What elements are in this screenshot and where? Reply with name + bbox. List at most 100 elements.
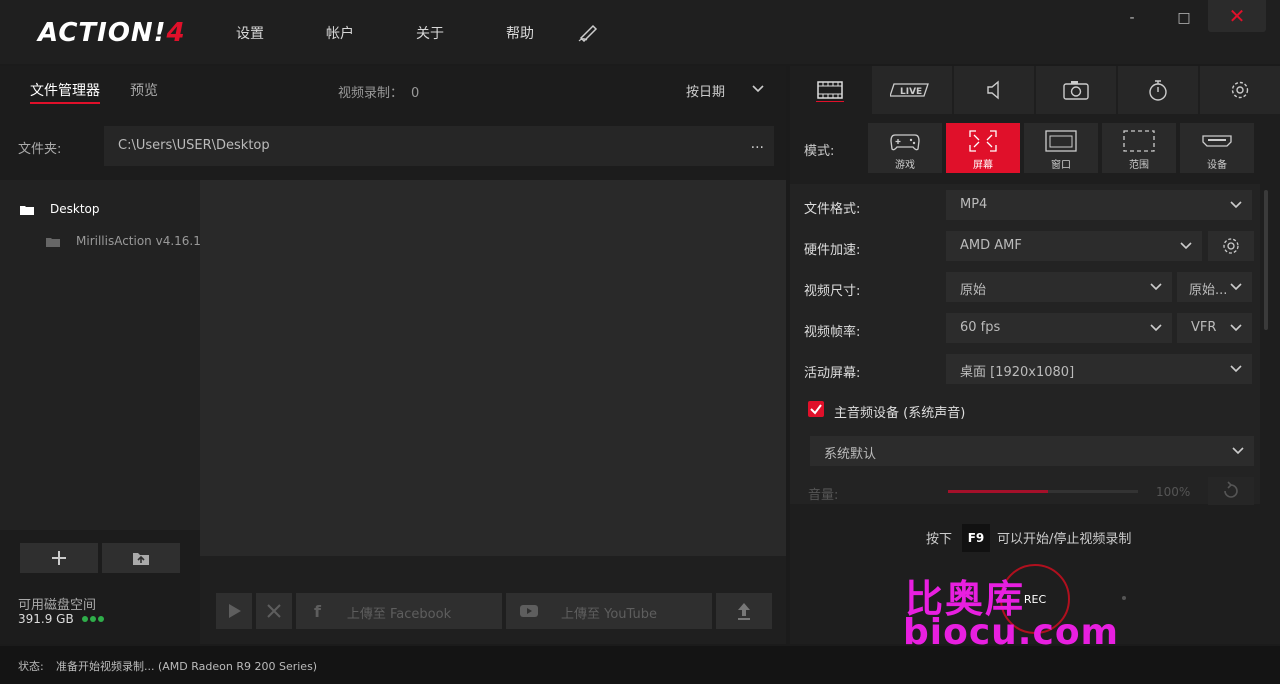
mode-window[interactable]: 窗口 xyxy=(1024,123,1098,173)
folder-path-field[interactable]: C:\Users\USER\Desktop ... xyxy=(104,126,774,166)
status-bar: 状态: 准备开始视频录制... (AMD Radeon R9 200 Serie… xyxy=(0,646,1280,684)
folder-open-icon xyxy=(133,553,149,565)
hw-accel-value: AMD AMF xyxy=(960,238,1022,253)
tab-file-manager[interactable]: 文件管理器 xyxy=(30,80,100,104)
tab-video-recording[interactable] xyxy=(790,66,870,114)
open-folder-button[interactable] xyxy=(102,543,180,573)
chevron-down-icon xyxy=(1150,324,1162,332)
menu-help[interactable]: 帮助 xyxy=(506,23,534,43)
gamepad-icon xyxy=(890,134,920,151)
upload-youtube-label: 上傳至 YouTube xyxy=(561,607,657,622)
upload-icon xyxy=(738,603,750,620)
chevron-down-icon xyxy=(1180,242,1192,250)
video-size-secondary-select[interactable]: 原始... xyxy=(1177,272,1252,302)
gear-icon xyxy=(1223,238,1239,254)
mode-screen[interactable]: 屏幕 xyxy=(946,123,1020,173)
status-text: 准备开始视频录制... (AMD Radeon R9 200 Series) xyxy=(56,660,318,673)
mode-device[interactable]: 设备 xyxy=(1180,123,1254,173)
active-screen-select[interactable]: 桌面 [1920x1080] xyxy=(946,354,1252,384)
recording-count-value: 0 xyxy=(411,86,420,101)
left-tab-row: 文件管理器 预览 视频录制： 0 按日期 xyxy=(0,66,786,112)
close-icon xyxy=(267,604,281,618)
settings-panel: LIVE 模式: 游戏 屏幕 窗口 范围 设备 文件格式: MP4 硬件加速: … xyxy=(790,66,1280,644)
play-icon xyxy=(229,604,241,618)
frame-rate-mode-select[interactable]: VFR xyxy=(1177,313,1252,343)
volume-reset-button[interactable] xyxy=(1208,477,1254,505)
hotkey-hint-prefix: 按下 xyxy=(926,532,953,547)
upload-facebook-button[interactable]: f 上傳至 Facebook xyxy=(296,593,502,629)
tree-item-desktop[interactable]: Desktop xyxy=(20,202,100,216)
tab-preview[interactable]: 预览 xyxy=(130,80,158,100)
indicator-dot xyxy=(1122,596,1126,600)
video-size-select[interactable]: 原始 xyxy=(946,272,1172,302)
status-dot xyxy=(90,616,96,622)
maximize-button[interactable]: □ xyxy=(1164,10,1204,32)
mode-label-text: 窗口 xyxy=(1051,160,1071,171)
svg-text:LIVE: LIVE xyxy=(900,87,922,97)
folder-path-text: C:\Users\USER\Desktop xyxy=(118,138,270,153)
browse-folder-button[interactable]: ... xyxy=(751,136,764,152)
mode-region[interactable]: 范围 xyxy=(1102,123,1176,173)
audio-device-label: 主音频设备 (系统声音) xyxy=(834,406,966,421)
status-dot xyxy=(82,616,88,622)
file-format-select[interactable]: MP4 xyxy=(946,190,1252,220)
camera-icon xyxy=(1063,81,1089,100)
minimize-button[interactable]: - xyxy=(1112,10,1152,32)
check-icon xyxy=(810,404,822,415)
audio-device-checkbox[interactable] xyxy=(808,401,824,417)
mode-label-text: 游戏 xyxy=(895,160,915,171)
action-bar: f 上傳至 Facebook 上傳至 YouTube xyxy=(200,556,786,644)
recording-count-label: 视频录制： xyxy=(338,86,404,101)
active-screen-value: 桌面 [1920x1080] xyxy=(960,365,1075,380)
upload-youtube-button[interactable]: 上傳至 YouTube xyxy=(506,593,712,629)
file-format-value: MP4 xyxy=(960,197,988,212)
play-button[interactable] xyxy=(216,593,252,629)
upload-button[interactable] xyxy=(716,593,772,629)
folder-label: 文件夹: xyxy=(18,142,62,157)
folder-icon xyxy=(20,206,34,215)
volume-slider[interactable] xyxy=(948,490,1138,493)
chevron-down-icon xyxy=(1230,283,1242,291)
tab-settings[interactable] xyxy=(1200,66,1280,114)
tree-item-subfolder[interactable]: MirillisAction v4.16.1... xyxy=(46,234,212,248)
close-button[interactable]: ✕ xyxy=(1208,0,1266,32)
menu-about[interactable]: 关于 xyxy=(416,23,444,43)
window-icon xyxy=(1045,130,1077,152)
chevron-down-icon[interactable] xyxy=(752,82,764,94)
add-folder-button[interactable] xyxy=(20,543,98,573)
folder-icon xyxy=(46,238,60,247)
sort-dropdown[interactable]: 按日期 xyxy=(686,81,725,100)
mode-game[interactable]: 游戏 xyxy=(868,123,942,173)
video-size-secondary-value: 原始... xyxy=(1189,283,1228,298)
app-logo: ACTION!4 xyxy=(38,18,186,48)
film-icon xyxy=(816,81,844,102)
folder-tree: Desktop MirillisAction v4.16.1... xyxy=(0,180,212,530)
gear-icon xyxy=(1231,81,1249,99)
tab-audio[interactable] xyxy=(954,66,1034,114)
delete-button[interactable] xyxy=(256,593,292,629)
settings-scrollbar[interactable] xyxy=(1264,190,1268,330)
audio-device-select[interactable]: 系统默认 xyxy=(810,436,1254,466)
tab-screenshot[interactable] xyxy=(1036,66,1116,114)
reset-icon xyxy=(1224,481,1238,498)
frame-rate-select[interactable]: 60 fps xyxy=(946,313,1172,343)
plus-icon xyxy=(52,551,66,565)
menu-settings[interactable]: 设置 xyxy=(236,23,264,43)
pen-icon[interactable] xyxy=(578,22,600,42)
hw-accel-select[interactable]: AMD AMF xyxy=(946,231,1202,261)
settings-tab-row: LIVE xyxy=(790,66,1280,114)
frame-rate-mode-value: VFR xyxy=(1191,320,1217,335)
tab-timer[interactable] xyxy=(1118,66,1198,114)
chevron-down-icon xyxy=(1232,447,1244,455)
volume-slider-fill xyxy=(948,490,1048,493)
hw-accel-settings-button[interactable] xyxy=(1208,231,1254,261)
menu-account[interactable]: 帐户 xyxy=(326,23,354,43)
status-dot xyxy=(98,616,104,622)
active-screen-label: 活动屏幕: xyxy=(804,366,861,381)
volume-label: 音量: xyxy=(808,488,839,503)
tab-live-streaming[interactable]: LIVE xyxy=(872,66,952,114)
audio-device-value: 系统默认 xyxy=(824,447,877,462)
hotkey-hint-text: 可以开始/停止视频录制 xyxy=(997,532,1132,547)
tree-item-label: MirillisAction v4.16.1... xyxy=(76,234,213,248)
title-bar: ACTION!4 设置 帐户 关于 帮助 - □ ✕ xyxy=(0,0,1280,64)
